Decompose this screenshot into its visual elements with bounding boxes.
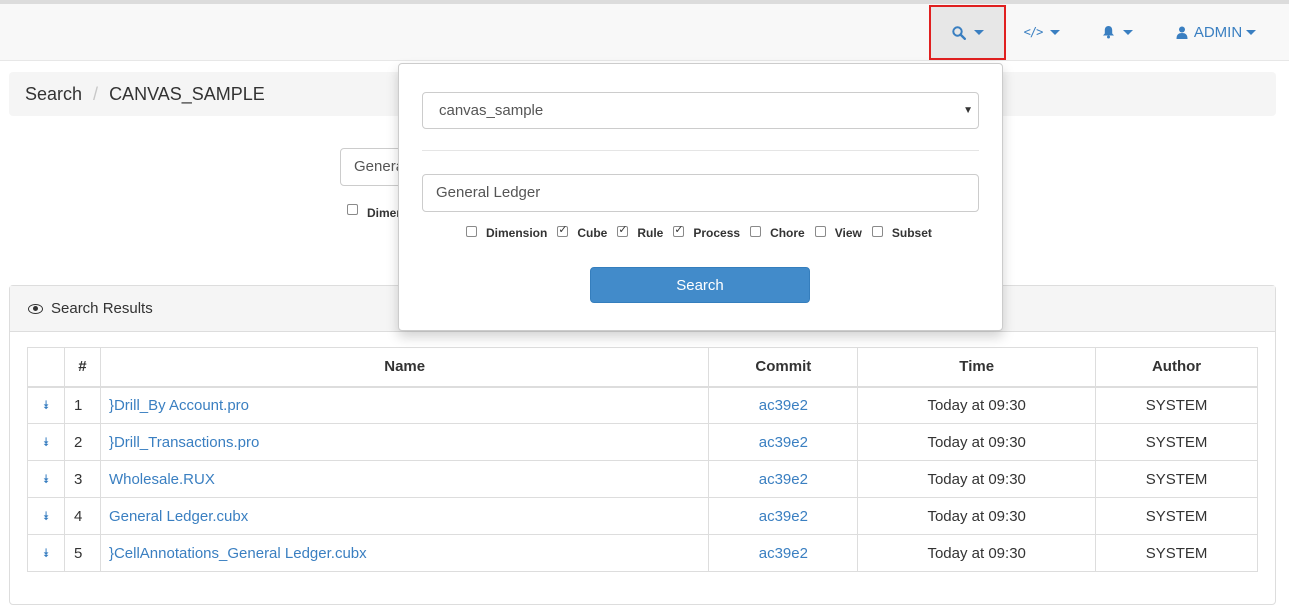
caret-down-icon [973,30,984,35]
table-row: ⯯ 4 General Ledger.cubx ac39e2 Today at … [27,497,1258,535]
row-number: 5 [63,534,101,572]
caret-down-icon [1050,29,1061,35]
search-text-input[interactable]: General Ledger [422,174,979,212]
user-name: ADMIN [1193,23,1243,41]
filter-process[interactable]: Process [673,223,741,240]
row-number: 4 [63,497,101,535]
breadcrumb-separator: / [93,83,99,104]
object-name-link[interactable]: }CellAnnotations_General Ledger.cubx [109,545,367,562]
commit-author: SYSTEM [1095,497,1258,535]
commit-author: SYSTEM [1095,386,1258,424]
commit-link[interactable]: ac39e2 [759,545,808,562]
commit-link[interactable]: ac39e2 [759,471,808,488]
expand-row-icon[interactable]: ⯯ [27,534,65,572]
panel-title: Search Results [51,300,153,317]
commit-link[interactable]: ac39e2 [759,508,808,525]
object-name-link[interactable]: }Drill_By Account.pro [109,397,249,414]
filter-dimension[interactable]: Dimension [466,225,548,240]
expand-row-icon[interactable]: ⯯ [27,497,65,535]
row-number: 2 [63,423,101,461]
row-number: 1 [63,386,101,424]
filter-label: Process [693,226,741,240]
object-name-link[interactable]: }Drill_Transactions.pro [109,434,259,451]
select-arrow-icon: ▼ [963,105,973,116]
code-icon: </> [1023,25,1044,39]
checkbox-checked[interactable] [673,223,685,237]
checkbox[interactable] [750,225,762,237]
instance-select-value: canvas_sample [439,102,544,119]
column-header-commit[interactable]: Commit [708,347,859,388]
search-icon [951,25,966,40]
checkbox[interactable] [466,225,477,237]
commit-time: Today at 09:30 [857,534,1097,572]
filter-label: Rule [637,226,664,240]
expand-row-icon[interactable]: ⯯ [27,460,65,498]
filter-rule[interactable]: Rule [617,223,664,240]
instance-select[interactable]: canvas_sample ▼ [422,92,979,129]
code-menu-button[interactable]: </> [1010,4,1074,60]
table-row: ⯯ 1 }Drill_By Account.pro ac39e2 Today a… [27,386,1258,424]
commit-time: Today at 09:30 [857,423,1097,461]
filter-label: Chore [770,226,805,240]
results-table: # Name Commit Time Author ⯯ 1 }Drill_By … [27,347,1258,572]
expand-row-icon[interactable]: ⯯ [27,423,65,461]
search-menu-button[interactable] [929,5,1006,60]
commit-time: Today at 09:30 [857,460,1097,498]
object-name-link[interactable]: Wholesale.RUX [109,471,215,488]
filter-chore[interactable]: Chore [750,225,805,240]
caret-down-icon [1122,29,1133,35]
user-menu-button[interactable]: ADMIN [1160,4,1272,60]
eye-icon [28,303,43,314]
commit-link[interactable]: ac39e2 [759,434,808,451]
checkbox[interactable] [871,225,883,237]
commit-link[interactable]: ac39e2 [759,397,808,414]
table-row: ⯯ 5 }CellAnnotations_General Ledger.cubx… [27,534,1258,572]
commit-author: SYSTEM [1095,534,1258,572]
column-header-number[interactable]: # [63,347,101,388]
search-dropdown: canvas_sample ▼ General Ledger Dimension… [398,63,1003,331]
filter-label: Subset [891,226,932,240]
column-header-name[interactable]: Name [99,347,710,388]
search-button[interactable]: Search [590,267,810,303]
row-number: 3 [63,460,101,498]
filter-label: Dimension [486,226,548,240]
table-header-row: # Name Commit Time Author [27,347,1258,388]
table-row: ⯯ 3 Wholesale.RUX ac39e2 Today at 09:30 … [27,460,1258,498]
checkbox-checked[interactable] [557,223,569,237]
checkbox[interactable] [347,203,358,215]
checkbox-checked[interactable] [617,223,629,237]
filter-label: View [834,226,862,240]
commit-time: Today at 09:30 [857,386,1097,424]
commit-author: SYSTEM [1095,460,1258,498]
column-header-time[interactable]: Time [857,347,1097,388]
breadcrumb-item-search[interactable]: Search [25,84,82,105]
caret-down-icon [1246,29,1257,35]
filter-subset[interactable]: Subset [871,225,932,240]
commit-time: Today at 09:30 [857,497,1097,535]
column-header-expand [27,347,65,388]
object-type-filters: Dimension Cube Rule Process Chore View S… [466,223,942,240]
table-row: ⯯ 2 }Drill_Transactions.pro ac39e2 Today… [27,423,1258,461]
filter-cube[interactable]: Cube [557,223,608,240]
top-navbar: </> ADMIN [0,0,1289,61]
user-icon [1176,26,1188,39]
expand-row-icon[interactable]: ⯯ [27,386,65,424]
column-header-author[interactable]: Author [1095,347,1258,388]
breadcrumb-item-current: CANVAS_SAMPLE [109,83,265,104]
filter-view[interactable]: View [814,225,862,240]
commit-author: SYSTEM [1095,423,1258,461]
checkbox[interactable] [814,225,826,237]
search-results-panel: Search Results # Name Commit Time Author… [9,285,1276,605]
filter-label: Cube [577,226,608,240]
notifications-menu-button[interactable] [1085,4,1149,60]
object-name-link[interactable]: General Ledger.cubx [109,508,248,525]
bell-icon [1102,26,1114,39]
divider [422,150,979,151]
